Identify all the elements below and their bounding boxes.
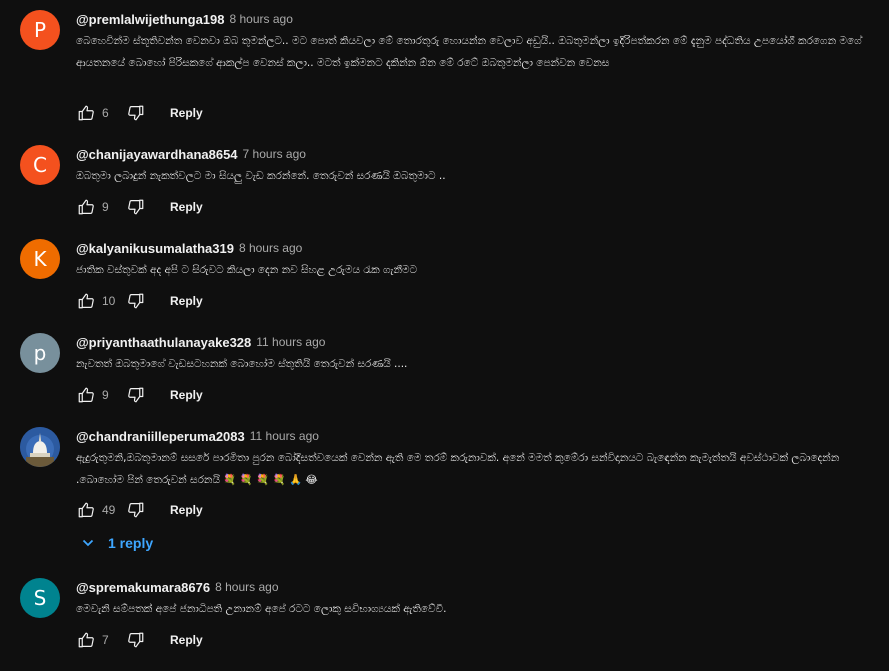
comment-header: @spremakumara8676 8 hours ago bbox=[76, 578, 869, 596]
comment-author[interactable]: @kalyanikusumalatha319 bbox=[76, 241, 234, 256]
comment-actions: 9 Reply bbox=[76, 197, 203, 217]
comment-body: @priyanthaathulanayake328 11 hours ago න… bbox=[76, 333, 869, 403]
comment-time[interactable]: 8 hours ago bbox=[239, 241, 302, 255]
comment-author[interactable]: @priyanthaathulanayake328 bbox=[76, 335, 251, 350]
avatar[interactable]: C bbox=[20, 145, 60, 185]
comment-header: @chanijayawardhana8654 7 hours ago bbox=[76, 145, 869, 163]
avatar[interactable]: S bbox=[20, 578, 60, 618]
comment-body: @chandraniilleperuma2083 11 hours ago ඇද… bbox=[76, 427, 869, 552]
like-count: 9 bbox=[102, 200, 109, 214]
avatar-letter: C bbox=[33, 153, 47, 177]
like-count: 10 bbox=[102, 294, 116, 308]
comment-text: නැවතත් ඔබතුමාගේ වැඩසටහනක් බොහෝම ස්තුතියි… bbox=[76, 358, 408, 370]
avatar-letter: K bbox=[33, 247, 47, 271]
avatar[interactable]: P bbox=[20, 10, 60, 50]
thumbs-up-icon bbox=[78, 502, 94, 518]
comment-actions: 49 Reply bbox=[76, 500, 203, 520]
avatar[interactable] bbox=[20, 427, 60, 467]
comment-body: @spremakumara8676 8 hours ago මෙවැනි සම්… bbox=[76, 578, 869, 648]
comment-time[interactable]: 8 hours ago bbox=[230, 12, 293, 26]
like-count: 6 bbox=[102, 106, 109, 120]
thumbs-down-icon bbox=[128, 199, 144, 215]
reply-button[interactable]: Reply bbox=[170, 294, 203, 308]
comment-time[interactable]: 8 hours ago bbox=[215, 580, 278, 594]
thumbs-up-icon bbox=[78, 199, 94, 215]
avatar[interactable]: K bbox=[20, 239, 60, 279]
view-replies-button[interactable]: 1 reply bbox=[82, 535, 153, 551]
avatar[interactable]: p bbox=[20, 333, 60, 373]
comment-author[interactable]: @chandraniilleperuma2083 bbox=[76, 429, 245, 444]
comment-text: මෙවැනි සම්පතක් අපේ ජනාධිපති උනානම් අපේ ර… bbox=[76, 603, 447, 615]
comment-text: ඔබතුමා ලබාදුන් නැකත්වලට මා සියලු වැඩ කරන… bbox=[76, 170, 446, 182]
thumbs-up-icon bbox=[78, 632, 94, 648]
dislike-button[interactable] bbox=[126, 385, 146, 405]
comment-body: @kalyanikusumalatha319 8 hours ago ජාතික… bbox=[76, 239, 869, 309]
thumbs-down-icon bbox=[128, 632, 144, 648]
dislike-button[interactable] bbox=[126, 103, 146, 123]
thumbs-up-icon bbox=[78, 105, 94, 121]
comment-header: @priyanthaathulanayake328 11 hours ago bbox=[76, 333, 869, 351]
thumbs-down-icon bbox=[128, 293, 144, 309]
like-button[interactable] bbox=[76, 385, 96, 405]
comment-item: p @priyanthaathulanayake328 11 hours ago… bbox=[20, 333, 889, 408]
comment-item: P @premlalwijethunga198 8 hours ago බෙහෙ… bbox=[20, 10, 889, 130]
comment-time[interactable]: 11 hours ago bbox=[250, 429, 319, 443]
comment-actions: 6 Reply bbox=[76, 103, 203, 123]
reply-button[interactable]: Reply bbox=[170, 633, 203, 647]
dislike-button[interactable] bbox=[126, 630, 146, 650]
dislike-button[interactable] bbox=[126, 500, 146, 520]
comment-text: ජාතික වස්තුවක් අද අපි ට සිරුවට කියලා දෙන… bbox=[76, 264, 418, 276]
comment-actions: 10 Reply bbox=[76, 291, 203, 311]
replies-count-label: 1 reply bbox=[108, 535, 154, 551]
dislike-button[interactable] bbox=[126, 197, 146, 217]
comment-text: ඇදුරුතුමනි,ඔබතුමානම් සසරේ පාරමිතා පුරන බ… bbox=[76, 452, 843, 486]
comment-author[interactable]: @spremakumara8676 bbox=[76, 580, 210, 595]
comment-item: @chandraniilleperuma2083 11 hours ago ඇද… bbox=[20, 427, 889, 562]
like-button[interactable] bbox=[76, 291, 96, 311]
comment-body: @premlalwijethunga198 8 hours ago බෙහෙවි… bbox=[76, 10, 869, 121]
thumbs-down-icon bbox=[128, 105, 144, 121]
thumbs-up-icon bbox=[78, 293, 94, 309]
reply-button[interactable]: Reply bbox=[170, 200, 203, 214]
reply-button[interactable]: Reply bbox=[170, 388, 203, 402]
chevron-down-icon bbox=[82, 539, 94, 547]
like-button[interactable] bbox=[76, 197, 96, 217]
comment-text: බෙහෙවින්ම ස්තූතිවන්ත වෙනවා ඔබ තුමන්ලට.. … bbox=[76, 35, 865, 69]
comment-header: @premlalwijethunga198 8 hours ago bbox=[76, 10, 869, 28]
like-count: 49 bbox=[102, 503, 116, 517]
comment-item: C @chanijayawardhana8654 7 hours ago ඔබත… bbox=[20, 145, 889, 220]
stupa-avatar-icon bbox=[20, 427, 60, 467]
thumbs-down-icon bbox=[128, 387, 144, 403]
comment-body: @chanijayawardhana8654 7 hours ago ඔබතුම… bbox=[76, 145, 869, 215]
reply-button[interactable]: Reply bbox=[170, 503, 203, 517]
comment-item: S @spremakumara8676 8 hours ago මෙවැනි ස… bbox=[20, 578, 889, 653]
like-count: 7 bbox=[102, 633, 109, 647]
like-button[interactable] bbox=[76, 500, 96, 520]
reply-button[interactable]: Reply bbox=[170, 106, 203, 120]
comment-time[interactable]: 7 hours ago bbox=[243, 147, 306, 161]
comment-header: @kalyanikusumalatha319 8 hours ago bbox=[76, 239, 869, 257]
comment-actions: 7 Reply bbox=[76, 630, 203, 650]
dislike-button[interactable] bbox=[126, 291, 146, 311]
comment-author[interactable]: @premlalwijethunga198 bbox=[76, 12, 225, 27]
avatar-letter: p bbox=[33, 341, 47, 365]
comment-header: @chandraniilleperuma2083 11 hours ago bbox=[76, 427, 869, 445]
thumbs-down-icon bbox=[128, 502, 144, 518]
comment-item: K @kalyanikusumalatha319 8 hours ago ජාත… bbox=[20, 239, 889, 314]
like-count: 9 bbox=[102, 388, 109, 402]
avatar-letter: S bbox=[33, 586, 47, 610]
like-button[interactable] bbox=[76, 103, 96, 123]
comment-time[interactable]: 11 hours ago bbox=[256, 335, 325, 349]
like-button[interactable] bbox=[76, 630, 96, 650]
comment-actions: 9 Reply bbox=[76, 385, 203, 405]
comments-section: P @premlalwijethunga198 8 hours ago බෙහෙ… bbox=[0, 0, 889, 671]
avatar-letter: P bbox=[33, 18, 47, 42]
thumbs-up-icon bbox=[78, 387, 94, 403]
comment-author[interactable]: @chanijayawardhana8654 bbox=[76, 147, 238, 162]
